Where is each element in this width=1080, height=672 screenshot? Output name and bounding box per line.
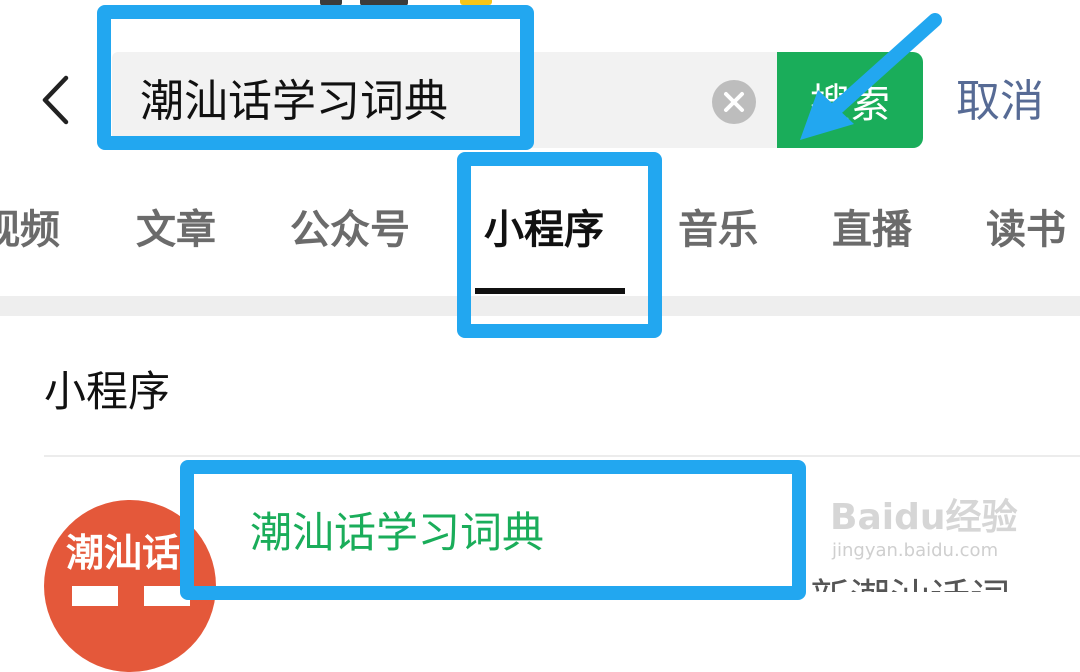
watermark: Baidu经验 jingyan.baidu.com	[830, 478, 1030, 568]
watermark-logo: Baidu经验	[830, 497, 1018, 538]
watermark-url: jingyan.baidu.com	[832, 540, 999, 561]
clear-icon[interactable]	[712, 80, 756, 124]
tab-live[interactable]: 直播	[832, 200, 912, 260]
annotation-box-result	[180, 460, 806, 600]
logo-text: 潮汕话	[66, 531, 181, 575]
tab-articles[interactable]: 文章	[136, 200, 216, 260]
close-icon	[724, 92, 744, 112]
annotation-box-tab	[457, 152, 662, 338]
tab-music[interactable]: 音乐	[678, 200, 758, 260]
result-description: 新潮汕话词	[810, 574, 1080, 592]
cancel-button[interactable]: 取消	[956, 72, 1044, 132]
section-title: 小程序	[44, 367, 171, 416]
tab-books[interactable]: 读书	[986, 200, 1066, 260]
back-button[interactable]	[30, 70, 80, 130]
logo-glyph	[72, 586, 118, 606]
divider	[44, 455, 1080, 457]
annotation-arrow-icon	[800, 13, 942, 140]
chevron-left-icon	[42, 75, 69, 125]
tab-official-accounts[interactable]: 公众号	[290, 200, 410, 260]
tab-video[interactable]: 视频	[0, 200, 60, 260]
annotation-box-search	[97, 5, 534, 150]
